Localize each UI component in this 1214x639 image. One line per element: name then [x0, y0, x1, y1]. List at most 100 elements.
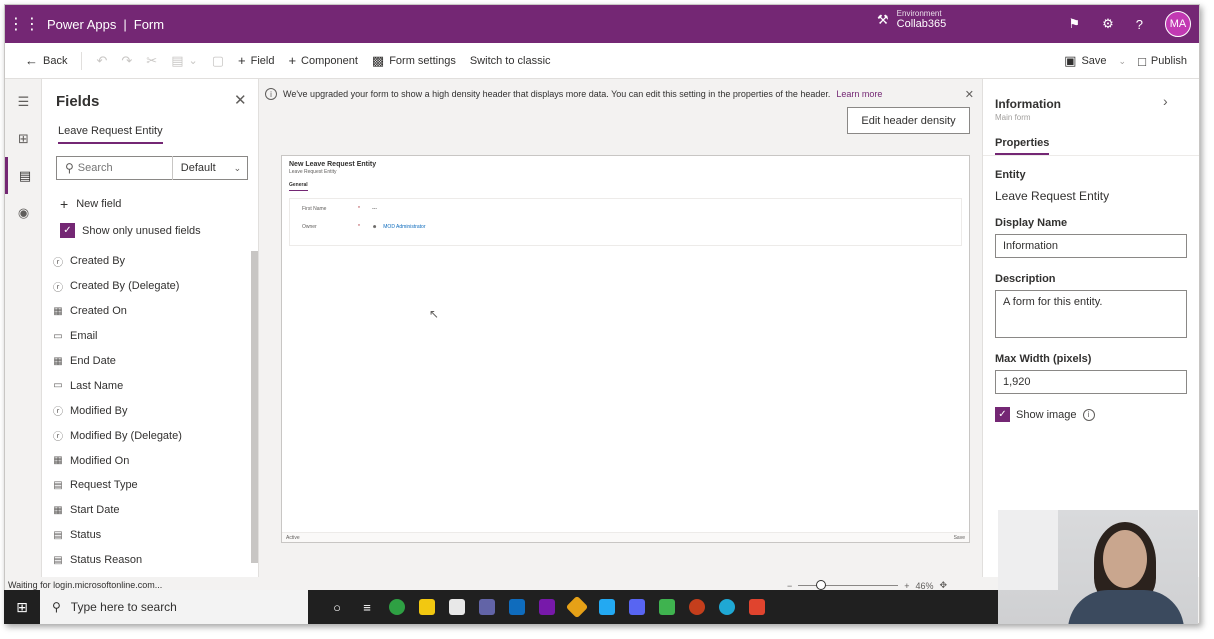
- form-settings-button[interactable]: ▩ Form settings: [372, 53, 456, 69]
- discord-icon[interactable]: [622, 590, 652, 624]
- teams-icon[interactable]: [472, 590, 502, 624]
- edge-icon[interactable]: [382, 590, 412, 624]
- powerpoint-icon[interactable]: [682, 590, 712, 624]
- field-list-item[interactable]: ⓡ Created By: [48, 249, 248, 274]
- paste-button[interactable]: ▤ ⌄: [171, 53, 198, 69]
- choice-icon: ▤: [53, 529, 63, 541]
- avatar[interactable]: MA: [1165, 11, 1191, 37]
- redo-button[interactable]: ↷: [121, 53, 132, 69]
- save-label: Save: [1081, 55, 1107, 67]
- field-list-item[interactable]: ▦ Start Date: [48, 498, 248, 523]
- gear-icon[interactable]: ⚙: [1102, 16, 1114, 32]
- form-field-value[interactable]: MOD Administrator: [383, 224, 425, 230]
- camtasia-icon[interactable]: [652, 590, 682, 624]
- properties-subtitle: Main form: [995, 113, 1031, 122]
- file-explorer-icon[interactable]: [412, 590, 442, 624]
- task-view-icon[interactable]: ≡: [352, 590, 382, 624]
- calendar-icon: ▦: [53, 305, 63, 317]
- field-list-item[interactable]: ▭ Email: [48, 324, 248, 349]
- store-icon[interactable]: [442, 590, 472, 624]
- components-icon[interactable]: ⊞: [5, 120, 42, 157]
- entity-tab[interactable]: Leave Request Entity: [58, 125, 163, 144]
- form-field-label: Owner: [302, 224, 317, 230]
- add-field-label: Field: [250, 54, 275, 67]
- field-list-item[interactable]: ⓡ Created By (Delegate): [48, 274, 248, 299]
- chevron-right-icon[interactable]: ›: [1163, 93, 1168, 109]
- description-textarea[interactable]: A form for this entity.: [995, 290, 1187, 338]
- switch-classic-button[interactable]: Switch to classic: [470, 55, 551, 67]
- field-list-item[interactable]: ▭ Last Name: [48, 373, 248, 398]
- cut-button[interactable]: ✂: [146, 53, 157, 69]
- app-launcher-icon[interactable]: ⋮⋮: [5, 5, 43, 43]
- save-chevron-icon[interactable]: ⌄: [1119, 56, 1127, 67]
- vscode-icon[interactable]: [592, 590, 622, 624]
- divider: [171, 156, 173, 180]
- zoom-slider[interactable]: [798, 580, 899, 590]
- filter-dropdown[interactable]: Default: [181, 162, 216, 174]
- field-list-item[interactable]: ▦ Created On: [48, 299, 248, 324]
- browser-icon[interactable]: [712, 590, 742, 624]
- field-list-item-label: Start Date: [70, 504, 120, 517]
- max-width-input[interactable]: [995, 370, 1187, 394]
- form-preview[interactable]: New Leave Request Entity Leave Request E…: [281, 155, 970, 543]
- windows-start-icon[interactable]: ⊞: [4, 599, 40, 616]
- show-unused-checkbox[interactable]: ✓ Show only unused fields: [60, 223, 201, 238]
- bell-icon[interactable]: ⚑: [1068, 16, 1080, 32]
- close-icon[interactable]: ✕: [234, 91, 247, 109]
- publish-icon: □: [1138, 53, 1146, 69]
- zoom-in-icon[interactable]: +: [904, 581, 909, 591]
- zoom-out-icon[interactable]: −: [787, 581, 792, 591]
- undo-button[interactable]: ↶: [96, 53, 107, 69]
- recorder-icon[interactable]: [742, 590, 772, 624]
- back-button[interactable]: ← Back: [25, 53, 67, 68]
- form-tab-general[interactable]: General: [289, 182, 308, 191]
- form-footer-save[interactable]: Save: [954, 535, 965, 541]
- field-list-item[interactable]: ▤ Status Reason: [48, 548, 248, 573]
- zoom-slider-thumb[interactable]: [816, 580, 827, 590]
- app-name[interactable]: Power Apps: [47, 17, 116, 32]
- learn-more-link[interactable]: Learn more: [836, 89, 882, 99]
- new-field-button[interactable]: + New field: [60, 196, 121, 212]
- scrollbar[interactable]: [251, 251, 258, 563]
- title-separator: |: [123, 16, 127, 32]
- close-icon[interactable]: ✕: [965, 88, 974, 101]
- outlook-icon[interactable]: [502, 590, 532, 624]
- webcam-background: [998, 510, 1058, 590]
- form-field-value: ---: [372, 206, 377, 212]
- save-button[interactable]: ▣ Save: [1064, 53, 1106, 69]
- delete-button[interactable]: ▢: [212, 53, 224, 69]
- onenote-icon[interactable]: [532, 590, 562, 624]
- chevron-down-icon[interactable]: ⌄: [234, 163, 242, 174]
- checkmark-icon: ✓: [995, 407, 1010, 422]
- info-icon[interactable]: i: [1082, 408, 1095, 421]
- edit-header-density-button[interactable]: Edit header density: [847, 107, 970, 134]
- form-field-owner[interactable]: Owner * ☻ MOD Administrator: [302, 224, 426, 230]
- help-icon[interactable]: ?: [1136, 17, 1143, 32]
- show-image-label: Show image: [1016, 408, 1077, 421]
- search-input[interactable]: [77, 162, 158, 174]
- field-list-item[interactable]: ⓡ Modified By: [48, 398, 248, 423]
- field-list-item[interactable]: ▤ Request Type: [48, 473, 248, 498]
- environment-picker[interactable]: ⚒ Environment Collab365: [877, 9, 946, 30]
- fields-icon[interactable]: ▤: [5, 157, 42, 194]
- field-list-item[interactable]: ▦ End Date: [48, 349, 248, 374]
- taskbar-search[interactable]: ⚲ Type here to search: [40, 590, 308, 624]
- field-list-item[interactable]: ▤ Status: [48, 523, 248, 548]
- tab-properties[interactable]: Properties: [995, 137, 1050, 155]
- add-component-button[interactable]: + Component: [288, 53, 357, 68]
- form-settings-icon: ▩: [371, 52, 385, 68]
- field-list-item[interactable]: ▦ Modified On: [48, 448, 248, 473]
- taskbar-search-placeholder: Type here to search: [70, 600, 177, 614]
- display-name-input[interactable]: [995, 234, 1187, 258]
- description-label: Description: [995, 273, 1056, 285]
- tree-view-icon[interactable]: ◉: [5, 194, 42, 231]
- publish-button[interactable]: □ Publish: [1138, 54, 1187, 69]
- hamburger-icon[interactable]: ☰: [5, 83, 42, 120]
- app-icon[interactable]: [562, 590, 592, 624]
- field-list-item[interactable]: ⓡ Modified By (Delegate): [48, 423, 248, 448]
- cortana-icon[interactable]: ○: [322, 590, 352, 624]
- show-image-checkbox[interactable]: ✓ Show image i: [995, 407, 1095, 422]
- add-field-button[interactable]: + Field: [238, 53, 274, 68]
- form-section[interactable]: First Name * --- Owner * ☻ MOD Administr…: [289, 198, 962, 246]
- form-field-first-name[interactable]: First Name * ---: [302, 206, 377, 212]
